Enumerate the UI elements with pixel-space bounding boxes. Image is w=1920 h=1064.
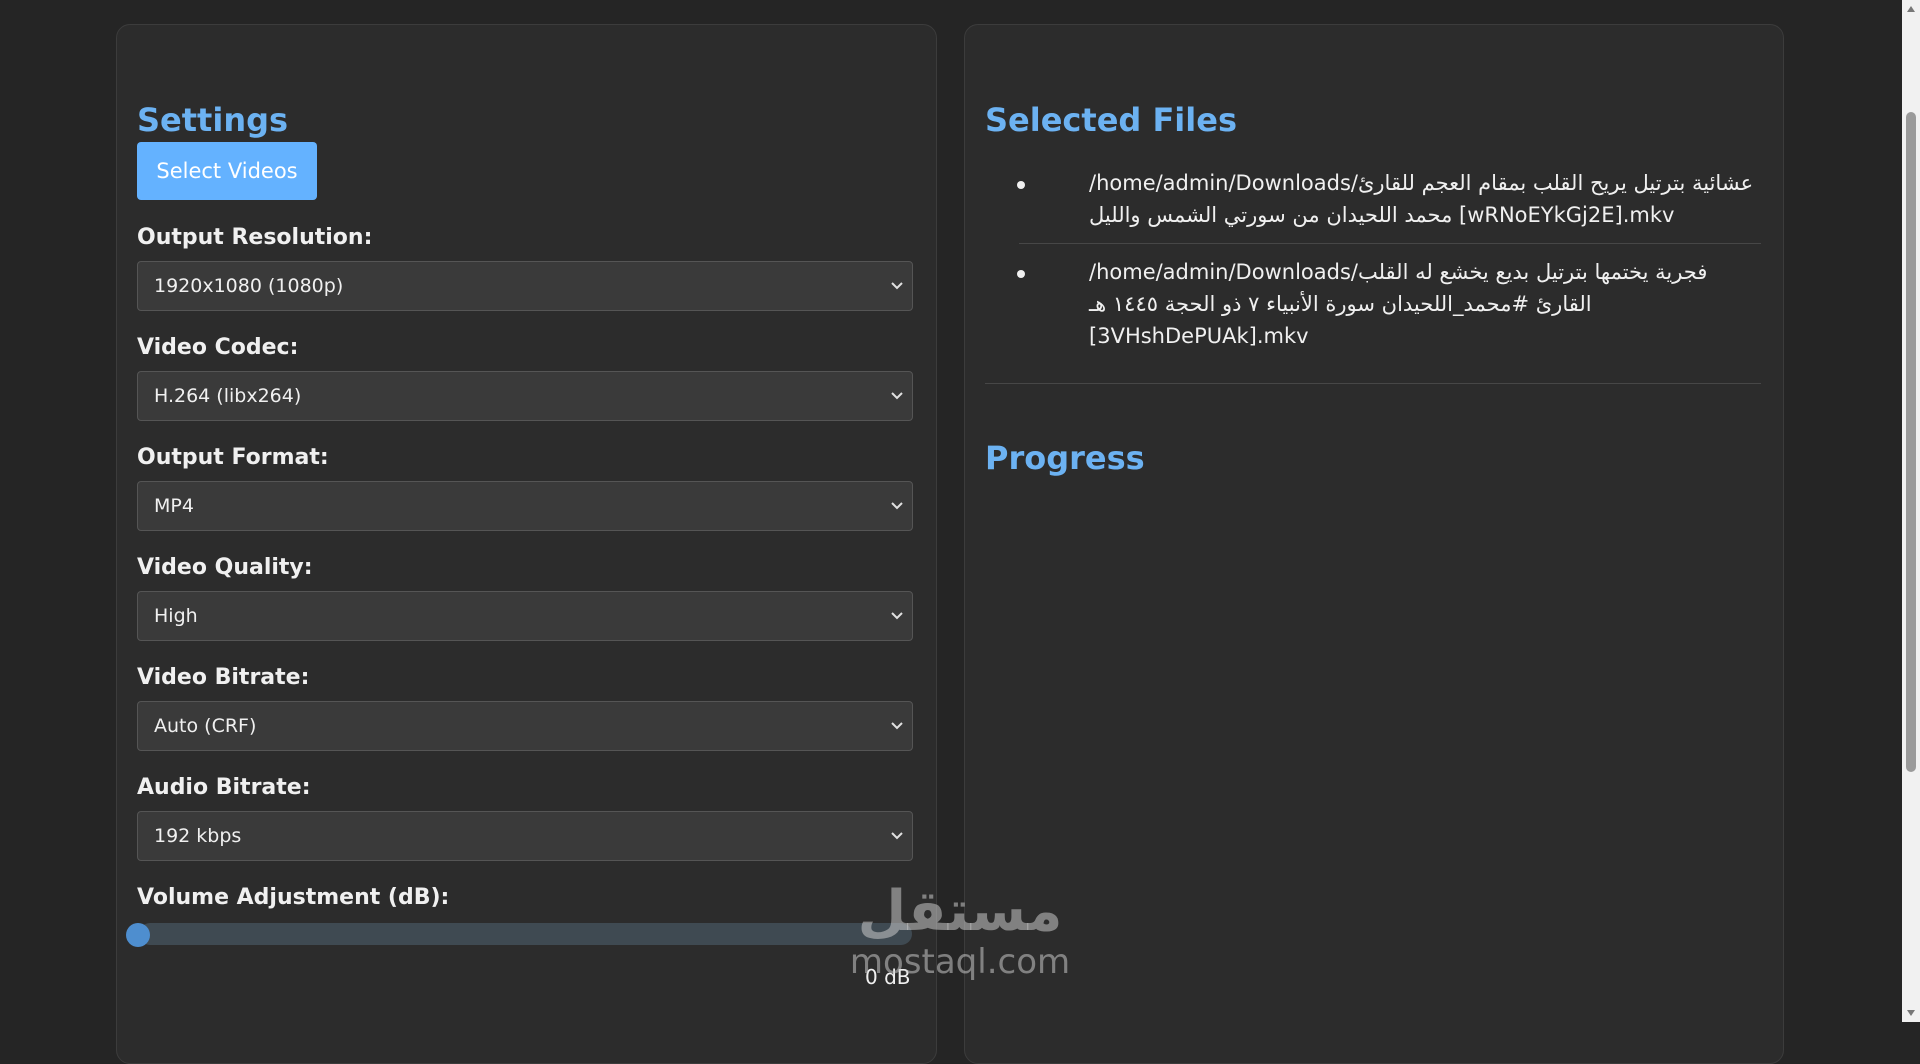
file-path: /home/admin/Downloads/عشائية بترتيل يريح… bbox=[1089, 171, 1754, 227]
video-codec-label: Video Codec: bbox=[137, 335, 299, 360]
file-path: /home/admin/Downloads/فجرية يختمها بترتي… bbox=[1089, 260, 1708, 348]
output-format-select[interactable]: MP4 bbox=[137, 481, 913, 531]
chevron-down-icon bbox=[891, 722, 903, 730]
chevron-down-icon bbox=[891, 392, 903, 400]
audio-bitrate-value: 192 kbps bbox=[154, 825, 242, 847]
page-scrollbar[interactable] bbox=[1902, 0, 1920, 1022]
output-format-label: Output Format: bbox=[137, 445, 329, 470]
output-resolution-select[interactable]: 1920x1080 (1080p) bbox=[137, 261, 913, 311]
selected-files-title: Selected Files bbox=[985, 101, 1237, 139]
output-resolution-label: Output Resolution: bbox=[137, 225, 373, 250]
video-quality-select[interactable]: High bbox=[137, 591, 913, 641]
audio-bitrate-label: Audio Bitrate: bbox=[137, 775, 311, 800]
bullet-icon bbox=[1017, 181, 1025, 189]
video-bitrate-select[interactable]: Auto (CRF) bbox=[137, 701, 913, 751]
volume-slider-thumb[interactable] bbox=[125, 923, 150, 947]
video-codec-select[interactable]: H.264 (libx264) bbox=[137, 371, 913, 421]
video-bitrate-label: Video Bitrate: bbox=[137, 665, 310, 690]
video-codec-value: H.264 (libx264) bbox=[154, 385, 302, 407]
video-quality-label: Video Quality: bbox=[137, 555, 313, 580]
select-videos-button[interactable]: Select Videos bbox=[137, 142, 317, 200]
volume-slider-track[interactable] bbox=[139, 923, 912, 945]
chevron-down-icon bbox=[891, 502, 903, 510]
scroll-down-icon[interactable] bbox=[1906, 1008, 1916, 1018]
bullet-icon bbox=[1017, 270, 1025, 278]
progress-title: Progress bbox=[985, 439, 1145, 477]
settings-title: Settings bbox=[137, 101, 289, 139]
chevron-down-icon bbox=[891, 282, 903, 290]
volume-value: 0 dB bbox=[865, 965, 911, 989]
files-panel: Selected Files /home/admin/Downloads/عشا… bbox=[964, 24, 1784, 1064]
selected-files-list: /home/admin/Downloads/عشائية بترتيل يريح… bbox=[985, 155, 1761, 364]
video-bitrate-value: Auto (CRF) bbox=[154, 715, 257, 737]
output-format-value: MP4 bbox=[154, 495, 194, 517]
volume-label: Volume Adjustment (dB): bbox=[137, 885, 450, 910]
chevron-down-icon bbox=[891, 832, 903, 840]
settings-panel: Settings Select Videos Output Resolution… bbox=[116, 24, 937, 1064]
list-item: /home/admin/Downloads/فجرية يختمها بترتي… bbox=[1017, 244, 1761, 364]
scroll-up-icon[interactable] bbox=[1906, 4, 1916, 14]
video-quality-value: High bbox=[154, 605, 198, 627]
section-divider bbox=[985, 383, 1761, 384]
audio-bitrate-select[interactable]: 192 kbps bbox=[137, 811, 913, 861]
output-resolution-value: 1920x1080 (1080p) bbox=[154, 275, 344, 297]
chevron-down-icon bbox=[891, 612, 903, 620]
list-item: /home/admin/Downloads/عشائية بترتيل يريح… bbox=[1017, 155, 1761, 244]
scrollbar-thumb[interactable] bbox=[1906, 112, 1916, 772]
